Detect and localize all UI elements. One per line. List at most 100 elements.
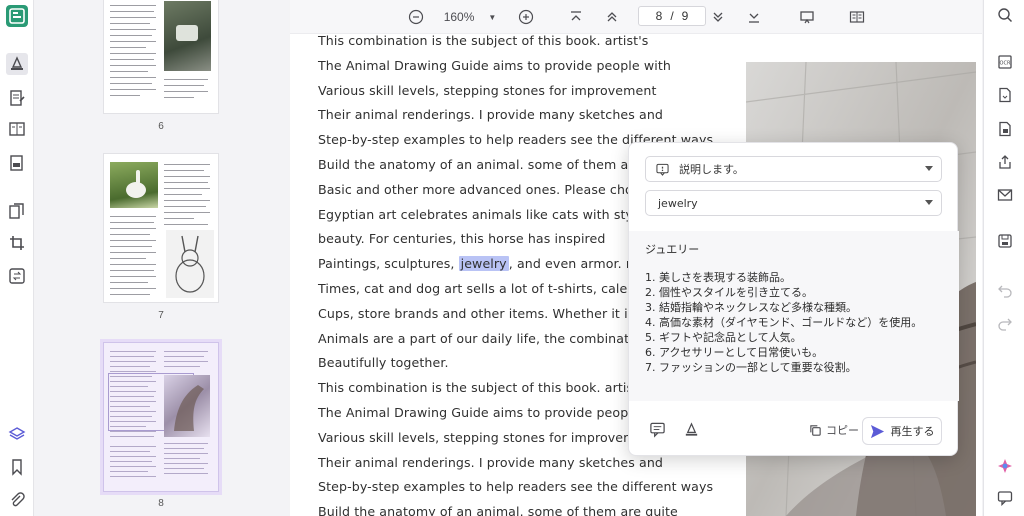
ocr-icon[interactable]: OCR [996, 53, 1014, 71]
thumbnail-image [110, 162, 158, 208]
thumbnail-label: 8 [158, 498, 164, 509]
form-tool-icon[interactable] [6, 152, 28, 174]
last-page-icon[interactable] [744, 7, 764, 27]
copy-label: コピー [826, 424, 859, 437]
document-line: Beautifully together. [318, 355, 449, 371]
document-line: Step-by-step examples to help readers se… [318, 479, 714, 495]
result-area: ジュエリー 1. 美しさを表現する装飾品。 2. 個性やスタイルを引き立てる。 3.… [629, 231, 959, 401]
page-number-input[interactable]: 8 / 9 [638, 6, 706, 26]
document-line: The Animal Drawing Guide aims to provide… [318, 57, 671, 73]
copy-button[interactable]: コピー [809, 422, 859, 438]
result-item: 4. 高価な素材（ダイヤモンド、ゴールドなど）を使用。 [645, 316, 923, 329]
result-item: 3. 結婚指輪やネックレスなど多様な種類。 [645, 301, 857, 314]
left-toolbar [0, 0, 34, 516]
zoom-in-icon[interactable] [516, 7, 536, 27]
thumbnail-page-6[interactable] [103, 0, 219, 114]
save-icon[interactable] [996, 232, 1014, 250]
mode-select[interactable]: 説明します。 [645, 156, 942, 182]
term-value: jewelry [658, 196, 698, 210]
share-icon[interactable] [996, 153, 1014, 171]
highlight-icon[interactable] [683, 421, 700, 438]
result-item: 7. ファッションの一部として重要な役割。 [645, 361, 857, 374]
undo-icon[interactable] [996, 281, 1014, 299]
result-item: 1. 美しさを表現する装飾品。 [645, 271, 791, 284]
total-pages: 9 [681, 9, 689, 23]
page-layout-icon[interactable] [846, 7, 868, 27]
document-line: This combination is the subject of this … [318, 34, 649, 48]
document-line: Build the anatomy of an animal. some of … [318, 504, 678, 516]
edit-text-icon[interactable] [6, 87, 28, 109]
thumbnail-page-8[interactable] [103, 342, 219, 492]
play-button[interactable]: 再生する [862, 417, 942, 445]
result-item: 6. アクセサリーとして日常使いも。 [645, 346, 824, 359]
chevron-down-icon [925, 166, 933, 171]
result-item: 2. 個性やスタイルを引き立てる。 [645, 286, 813, 299]
mail-icon[interactable] [996, 186, 1014, 204]
thumbnail-text-lines [164, 441, 212, 487]
zoom-out-icon[interactable] [406, 7, 426, 27]
result-item: 5. ギフトや記念品として人気。 [645, 331, 802, 344]
result-title: ジュエリー [645, 243, 700, 256]
document-line: beauty. For centuries, this horse has in… [318, 231, 606, 247]
document-line: This combination is the subject of this … [318, 380, 649, 396]
document-line: Egyptian art celebrates animals like cat… [318, 206, 657, 222]
redo-icon[interactable] [996, 314, 1014, 332]
attachment-icon[interactable] [6, 489, 28, 511]
bookmark-icon[interactable] [6, 456, 28, 478]
thumbnail-text-lines [164, 77, 211, 107]
zoom-select[interactable]: 160% ▼ [440, 7, 500, 27]
reader-view-icon[interactable] [6, 118, 28, 140]
comment-icon[interactable] [649, 421, 666, 438]
organize-pages-icon[interactable] [6, 200, 28, 222]
document-line: Animals are a part of our daily life, th… [318, 330, 661, 346]
thumbnail-page-7[interactable] [103, 153, 219, 303]
thumbnail-text-lines [164, 349, 212, 373]
protect-icon[interactable] [996, 120, 1014, 138]
thumbnail-image [166, 230, 214, 298]
search-icon[interactable] [996, 6, 1014, 24]
play-label: 再生する [890, 425, 935, 438]
thumbnail-panel: 6 7 8 [35, 0, 289, 516]
document-line: Times, cat and dog art sells a lot of t-… [318, 281, 657, 296]
zoom-value: 160% [443, 10, 475, 24]
next-page-icon[interactable] [708, 7, 728, 27]
current-page: 8 [655, 9, 663, 23]
thumbnail-image [164, 375, 210, 437]
mode-value: 説明します。 [679, 163, 744, 176]
convert-pdf-icon[interactable] [996, 86, 1014, 104]
highlighted-word[interactable]: jewelry [458, 256, 509, 272]
highlight-tool-icon[interactable] [6, 53, 28, 75]
chevron-down-icon: ▼ [488, 12, 497, 22]
document-line: Their animal renderings. I provide many … [318, 454, 664, 470]
document-line: Various skill levels, stepping stones fo… [318, 429, 644, 445]
thumbnail-text-lines [164, 162, 212, 226]
presentation-icon[interactable] [796, 7, 818, 27]
document-line: The Animal Drawing Guide aims to provide… [318, 405, 658, 420]
chevron-down-icon [925, 200, 933, 205]
layers-icon[interactable] [6, 423, 28, 445]
send-icon [870, 424, 884, 438]
document-line: Their animal renderings. I provide many … [318, 107, 664, 123]
popup-footer: コピー 再生する [629, 403, 959, 457]
svg-text:OCR: OCR [1000, 61, 1011, 67]
document-line: Various skill levels, stepping stones fo… [318, 82, 657, 98]
thumbnail-text-lines [110, 214, 158, 298]
top-toolbar: 160% ▼ 8 / 9 [290, 0, 982, 34]
copy-icon [810, 424, 821, 436]
explain-icon [656, 163, 669, 176]
right-toolbar: OCR [983, 0, 1024, 516]
thumbnail-text-lines [110, 3, 160, 103]
document-line: Basic and other more advanced ones. Plea… [318, 181, 656, 197]
ai-explain-panel: 説明します。 jewelry ジュエリー 1. 美しさを表現する装飾品。 2. 個… [628, 142, 959, 457]
document-line: Paintings, sculptures, jewelry, and even… [318, 256, 660, 272]
term-select[interactable]: jewelry [645, 190, 942, 216]
app-logo-icon[interactable] [6, 5, 28, 27]
document-text-segment: Paintings, sculptures, [318, 256, 459, 272]
document-line: Build the anatomy of an animal. some of … [318, 157, 662, 172]
first-page-icon[interactable] [566, 7, 586, 27]
previous-page-icon[interactable] [602, 7, 622, 27]
comments-panel-icon[interactable] [996, 489, 1014, 507]
convert-icon[interactable] [6, 265, 28, 287]
crop-icon[interactable] [6, 232, 28, 254]
ai-assistant-icon[interactable] [996, 457, 1014, 475]
